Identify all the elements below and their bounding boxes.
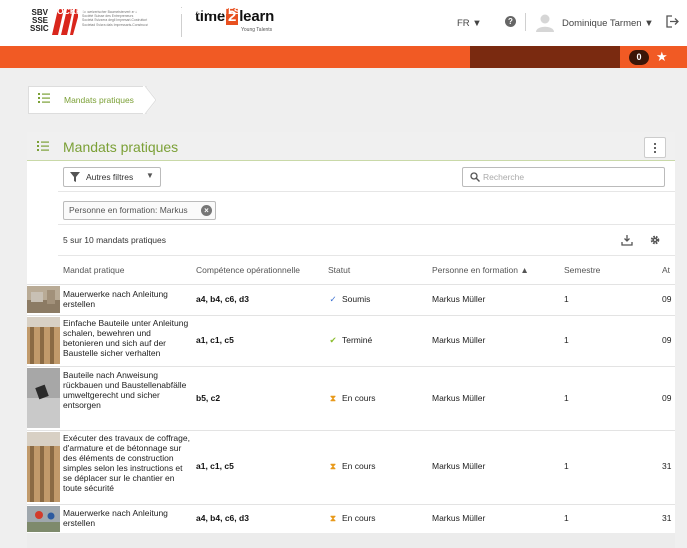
competence-codes: b5, c2 xyxy=(196,393,221,403)
divider xyxy=(58,224,675,225)
status-label: En cours xyxy=(342,461,376,471)
column-header-at[interactable]: At xyxy=(662,265,670,275)
sbv-abbrev: SBV SSE SSIC xyxy=(30,9,49,33)
truncated-cell: 31 xyxy=(662,461,672,471)
divider xyxy=(27,284,675,285)
hourglass-icon: ⧗ xyxy=(330,513,336,523)
kebab-dot xyxy=(654,151,656,153)
truncated-cell: 09 xyxy=(662,294,672,304)
nav-item-cours[interactable]: COURS ▼ xyxy=(402,0,443,22)
kebab-dot xyxy=(654,143,656,145)
divider xyxy=(27,430,675,431)
mandate-title[interactable]: Einfache Bauteile unter Anleitung schale… xyxy=(63,318,193,358)
active-filter-label: Personne en formation: Markus xyxy=(69,205,188,215)
mandate-title[interactable]: Bauteile nach Anweisung rückbauen und Ba… xyxy=(63,370,193,410)
kebab-dot xyxy=(654,147,656,149)
more-filters-label: Autres filtres xyxy=(86,172,134,182)
status-label: En cours xyxy=(342,393,376,403)
status-cell: ⧗ En cours xyxy=(328,513,376,524)
column-header-personne[interactable]: Personne en formation ▲ xyxy=(432,265,529,275)
search-icon xyxy=(470,172,480,182)
mandate-thumbnail xyxy=(27,506,60,532)
list-icon xyxy=(37,141,49,151)
column-header-semestre[interactable]: Semestre xyxy=(564,265,600,275)
mandate-thumbnail xyxy=(27,432,60,502)
status-label: Terminé xyxy=(342,335,373,345)
gear-icon[interactable] xyxy=(649,234,661,246)
search-input[interactable] xyxy=(483,170,653,183)
person-name: Markus Müller xyxy=(432,461,486,471)
divider xyxy=(27,366,675,367)
check-icon: ✓ xyxy=(329,294,337,304)
person-name: Markus Müller xyxy=(432,513,486,523)
column-header-statut[interactable]: Statut xyxy=(328,265,350,275)
sbv-org-line: Societad Svizra dals Impressaris-Constru… xyxy=(82,22,148,27)
status-label: En cours xyxy=(342,513,376,523)
logout-icon[interactable] xyxy=(666,15,679,28)
chevron-down-icon: ▼ xyxy=(146,171,154,180)
status-cell: ✓ Soumis xyxy=(328,294,370,305)
person-name: Markus Müller xyxy=(432,335,486,345)
nav-active-background xyxy=(470,46,620,68)
search-box[interactable] xyxy=(462,167,665,187)
active-filter-chip[interactable]: Personne en formation: Markus × xyxy=(63,201,216,220)
language-selector[interactable]: FR ▼ xyxy=(457,18,482,29)
brand-subtitle: Young Talents xyxy=(241,27,273,33)
status-label: Soumis xyxy=(342,294,371,304)
filter-icon xyxy=(70,172,80,182)
more-filters-button[interactable]: Autres filtres ▼ xyxy=(63,167,161,187)
semester: 1 xyxy=(564,513,569,523)
truncated-cell: 31 xyxy=(662,513,672,523)
status-cell: ⧗ En cours xyxy=(328,461,376,472)
mandate-title[interactable]: Mauerwerke nach Anleitung erstellen xyxy=(63,289,193,309)
semester: 1 xyxy=(564,393,569,403)
mandate-thumbnail xyxy=(27,286,60,313)
mandate-thumbnail xyxy=(27,368,60,428)
nav-item-donnees-permanentes[interactable]: DONNÉES PERMANENTES ▼ xyxy=(130,0,250,22)
semester: 1 xyxy=(564,335,569,345)
status-cell: ✔ Terminé xyxy=(328,335,372,346)
result-count: 5 sur 10 mandats pratiques xyxy=(63,235,167,245)
person-name: Markus Müller xyxy=(432,294,486,304)
competence-codes: a4, b4, c6, d3 xyxy=(196,513,249,523)
breadcrumb-arrow xyxy=(143,86,157,114)
competence-codes: a1, c1, c5 xyxy=(196,335,234,345)
person-name: Markus Müller xyxy=(432,393,486,403)
mandate-title[interactable]: Exécuter des travaux de coffrage, d'arma… xyxy=(63,433,193,493)
favorites-star-icon[interactable]: ★ xyxy=(656,48,668,65)
download-icon[interactable] xyxy=(621,234,633,246)
divider xyxy=(58,191,675,192)
nav-item-dossier-de-formation[interactable]: DOSSIER DE FORMATION ▼ xyxy=(491,0,607,22)
status-cell: ⧗ En cours xyxy=(328,393,376,404)
competence-codes: a1, c1, c5 xyxy=(196,461,234,471)
column-header-competence[interactable]: Compétence opérationnelle xyxy=(196,265,300,275)
hourglass-icon: ⧗ xyxy=(330,393,336,403)
truncated-cell: 09 xyxy=(662,393,672,403)
hourglass-icon: ⧗ xyxy=(330,461,336,471)
notification-badge[interactable]: 0 xyxy=(629,50,649,65)
truncated-cell: 09 xyxy=(662,335,672,345)
nav-item-cockpit[interactable]: COCKPIT xyxy=(51,0,89,22)
divider xyxy=(27,504,675,505)
panel-menu-button[interactable] xyxy=(644,137,666,158)
mandate-thumbnail xyxy=(27,317,60,364)
sbv-abbrev-it: SSIC xyxy=(30,24,49,33)
column-header-mandat[interactable]: Mandat pratique xyxy=(63,265,124,275)
breadcrumb-item-mandats[interactable]: Mandats pratiques xyxy=(64,95,134,105)
nav-item-formation[interactable]: FORMATION ▼ xyxy=(290,0,352,22)
mandate-title[interactable]: Mauerwerke nach Anleitung erstellen xyxy=(63,508,193,528)
divider xyxy=(27,315,675,316)
remove-filter-icon[interactable]: × xyxy=(201,205,212,216)
competence-codes: a4, b4, c6, d3 xyxy=(196,294,249,304)
list-icon xyxy=(38,93,50,103)
double-check-icon: ✔ xyxy=(329,335,337,345)
semester: 1 xyxy=(564,461,569,471)
semester: 1 xyxy=(564,294,569,304)
panel-footer xyxy=(27,533,675,548)
page-title: Mandats pratiques xyxy=(63,139,179,155)
divider xyxy=(58,255,675,256)
